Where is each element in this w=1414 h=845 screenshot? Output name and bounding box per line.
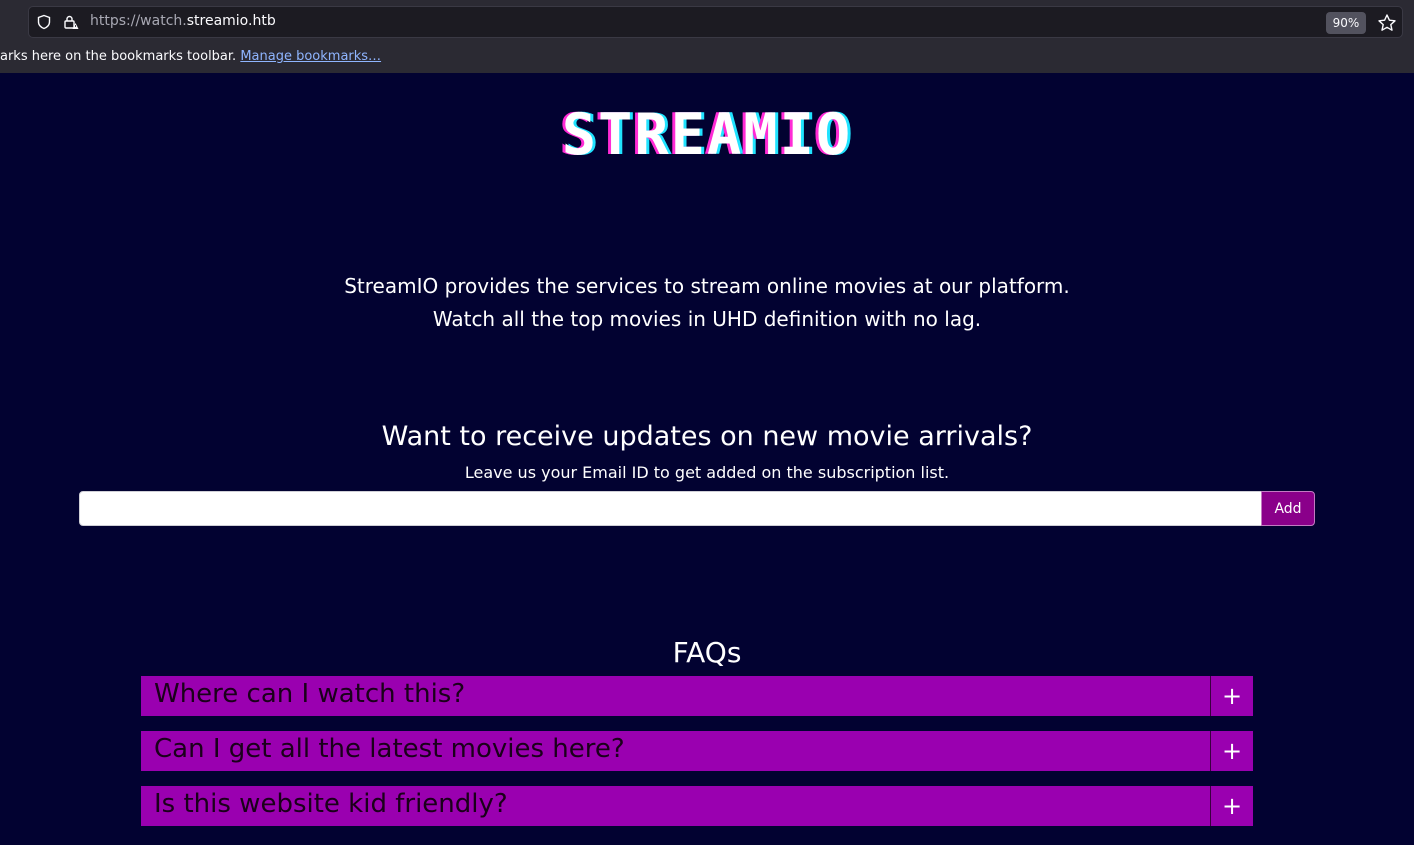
address-bar[interactable]: https://watch.streamio.htb 90%: [28, 6, 1403, 38]
url-host: streamio.htb: [186, 13, 276, 29]
browser-chrome: https://watch.streamio.htb 90% arks here…: [0, 0, 1414, 73]
manage-bookmarks-link[interactable]: Manage bookmarks…: [240, 49, 381, 64]
faq-expand-button[interactable]: +: [1210, 676, 1253, 716]
faq-item-where-watch[interactable]: Where can I watch this? +: [141, 676, 1253, 716]
faq-question: Where can I watch this?: [154, 679, 466, 709]
star-icon[interactable]: [1377, 13, 1397, 33]
bookmarks-toolbar: arks here on the bookmarks toolbar. Mana…: [0, 49, 381, 64]
faq-question: Can I get all the latest movies here?: [154, 734, 625, 764]
site-logo: STREAMIO: [561, 102, 853, 168]
intro-line-1: StreamIO provides the services to stream…: [344, 274, 1070, 298]
shield-icon[interactable]: [36, 14, 52, 30]
faq-item-kid-friendly[interactable]: Is this website kid friendly? +: [141, 786, 1253, 826]
faq-expand-button[interactable]: +: [1210, 731, 1253, 771]
lock-warning-icon[interactable]: [63, 14, 79, 30]
faq-item-latest-movies[interactable]: Can I get all the latest movies here? +: [141, 731, 1253, 771]
subscribe-subtext: Leave us your Email ID to get added on t…: [464, 463, 950, 482]
url-prefix: https://watch.: [90, 13, 187, 29]
faq-title: FAQs: [672, 636, 742, 669]
faq-question: Is this website kid friendly?: [154, 789, 508, 819]
subscribe-heading: Want to receive updates on new movie arr…: [381, 421, 1033, 452]
bookmarks-hint: arks here on the bookmarks toolbar.: [0, 49, 237, 64]
email-input[interactable]: [79, 491, 1262, 526]
intro-line-2: Watch all the top movies in UHD definiti…: [432, 307, 982, 331]
add-button[interactable]: Add: [1261, 491, 1315, 526]
url-text[interactable]: https://watch.streamio.htb: [90, 13, 276, 29]
faq-expand-button[interactable]: +: [1210, 786, 1253, 826]
intro-text: StreamIO provides the services to stream…: [0, 270, 1414, 336]
zoom-level-button[interactable]: 90%: [1326, 12, 1366, 34]
